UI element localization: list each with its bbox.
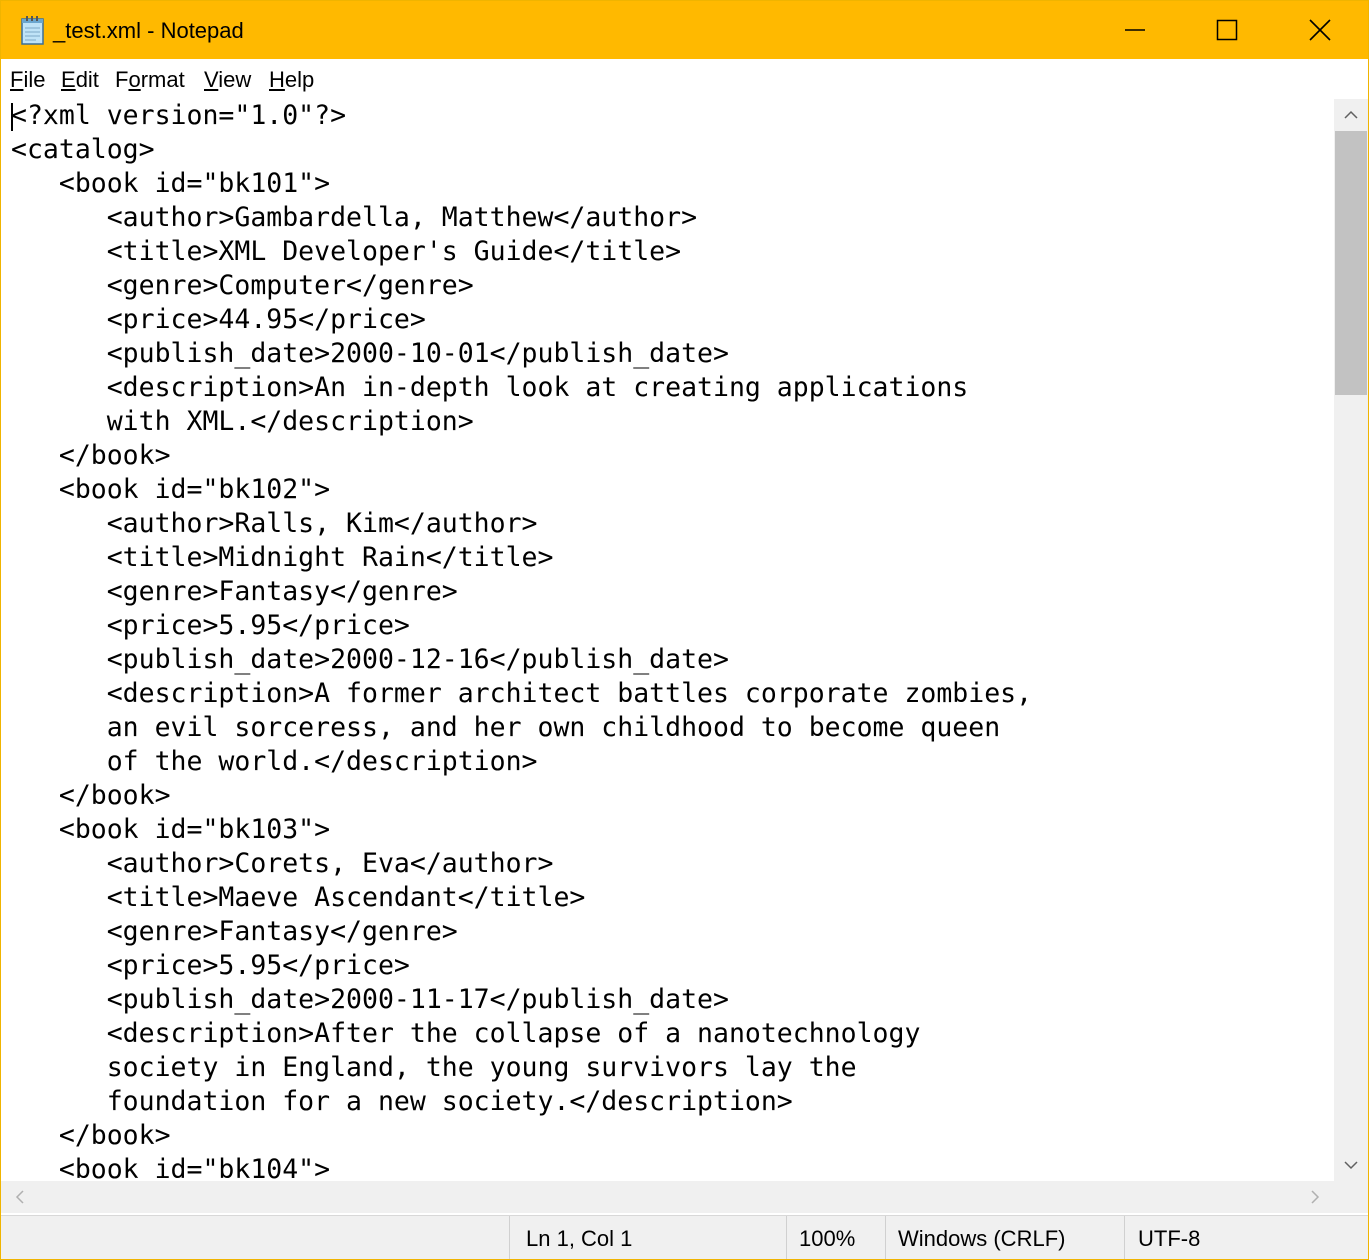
editor-line[interactable]: </book>: [11, 779, 171, 813]
editor-line[interactable]: <price>5.95</price>: [11, 949, 410, 983]
vertical-scrollbar[interactable]: [1334, 99, 1368, 1181]
chevron-left-icon: [15, 1190, 24, 1204]
menu-file-mnemonic: F: [10, 67, 24, 92]
editor-line[interactable]: <price>5.95</price>: [11, 609, 410, 643]
editor-line[interactable]: foundation for a new society.</descripti…: [11, 1085, 793, 1119]
menu-view-label: iew: [218, 67, 252, 92]
scroll-right-button[interactable]: [1298, 1181, 1332, 1213]
text-caret: [11, 103, 13, 131]
status-zoom-cell: 100%: [786, 1216, 885, 1259]
menu-edit-mnemonic: E: [61, 67, 76, 92]
scroll-down-button[interactable]: [1334, 1149, 1368, 1181]
vertical-scroll-thumb[interactable]: [1335, 131, 1367, 395]
editor-line[interactable]: <description>After the collapse of a nan…: [11, 1017, 921, 1051]
chevron-up-icon: [1344, 110, 1358, 119]
editor-line[interactable]: <book id="bk104">: [11, 1153, 330, 1181]
editor-line[interactable]: an evil sorceress, and her own childhood…: [11, 711, 1000, 745]
editor-line[interactable]: <title>XML Developer's Guide</title>: [11, 235, 681, 269]
editor-line[interactable]: <book id="bk102">: [11, 473, 330, 507]
editor-line[interactable]: <author>Ralls, Kim</author>: [11, 507, 538, 541]
menu-help-mnemonic: H: [269, 67, 285, 92]
minimize-button[interactable]: [1089, 1, 1181, 59]
editor-line[interactable]: <description>An in-depth look at creatin…: [11, 371, 969, 405]
chevron-down-icon: [1344, 1161, 1358, 1170]
editor-line[interactable]: <genre>Computer</genre>: [11, 269, 474, 303]
editor-line[interactable]: <publish_date>2000-11-17</publish_date>: [11, 983, 729, 1017]
status-line-ending: Windows (CRLF): [898, 1226, 1066, 1251]
status-bar: Ln 1, Col 1 100% Windows (CRLF) UTF-8: [1, 1215, 1368, 1259]
maximize-icon: [1216, 19, 1238, 41]
menu-bar: File Edit Format View Help: [1, 59, 1368, 99]
menu-format-label: rmat: [140, 67, 185, 92]
scroll-up-button[interactable]: [1334, 99, 1368, 131]
editor-line[interactable]: </book>: [11, 439, 171, 473]
chevron-right-icon: [1311, 1190, 1320, 1204]
notepad-icon: [19, 15, 47, 45]
editor-line[interactable]: <title>Maeve Ascendant</title>: [11, 881, 586, 915]
menu-view[interactable]: View: [204, 67, 251, 93]
editor-line[interactable]: <book id="bk101">: [11, 167, 330, 201]
editor-line[interactable]: with XML.</description>: [11, 405, 474, 439]
menu-format-prefix: F: [115, 67, 129, 92]
status-zoom: 100%: [799, 1226, 856, 1251]
editor-line[interactable]: of the world.</description>: [11, 745, 538, 779]
close-icon: [1309, 19, 1331, 41]
editor-line[interactable]: <author>Corets, Eva</author>: [11, 847, 554, 881]
menu-help[interactable]: Help: [269, 67, 314, 93]
menu-format[interactable]: Format: [115, 67, 185, 93]
title-bar[interactable]: _test.xml - Notepad: [1, 1, 1368, 59]
menu-help-label: elp: [284, 67, 315, 92]
status-encoding: UTF-8: [1138, 1226, 1201, 1251]
status-line-ending-cell: Windows (CRLF): [885, 1216, 1124, 1259]
menu-file-label: ile: [23, 67, 46, 92]
text-editor[interactable]: <?xml version="1.0"?> <catalog> <book id=…: [1, 99, 1334, 1181]
status-encoding-cell: UTF-8: [1124, 1216, 1368, 1259]
close-button[interactable]: [1274, 1, 1366, 59]
status-cursor-position: Ln 1, Col 1: [526, 1226, 633, 1251]
editor-line[interactable]: <description>A former architect battles …: [11, 677, 1032, 711]
minimize-icon: [1125, 29, 1145, 31]
editor-line[interactable]: society in England, the young survivors …: [11, 1051, 857, 1085]
editor-line[interactable]: <title>Midnight Rain</title>: [11, 541, 554, 575]
menu-edit[interactable]: Edit: [61, 67, 99, 93]
editor-line[interactable]: <catalog>: [11, 133, 155, 167]
menu-file[interactable]: File: [10, 67, 45, 93]
editor-line[interactable]: <?xml version="1.0"?>: [11, 99, 346, 133]
menu-format-mnemonic: o: [128, 67, 141, 92]
editor-line[interactable]: <genre>Fantasy</genre>: [11, 915, 458, 949]
editor-line[interactable]: </book>: [11, 1119, 171, 1153]
editor-line[interactable]: <publish_date>2000-12-16</publish_date>: [11, 643, 729, 677]
horizontal-scrollbar[interactable]: [1, 1181, 1368, 1213]
editor-line[interactable]: <price>44.95</price>: [11, 303, 426, 337]
scroll-left-button[interactable]: [3, 1181, 37, 1213]
status-cursor-position-cell: Ln 1, Col 1: [509, 1216, 786, 1259]
editor-line[interactable]: <genre>Fantasy</genre>: [11, 575, 458, 609]
menu-edit-label: dit: [75, 67, 99, 92]
notepad-window: _test.xml - Notepad File Edit Format Vie…: [0, 0, 1369, 1260]
window-title: _test.xml - Notepad: [53, 18, 244, 43]
editor-line[interactable]: <book id="bk103">: [11, 813, 330, 847]
editor-line[interactable]: <publish_date>2000-10-01</publish_date>: [11, 337, 729, 371]
editor-line[interactable]: <author>Gambardella, Matthew</author>: [11, 201, 697, 235]
menu-view-mnemonic: V: [204, 67, 219, 92]
maximize-button[interactable]: [1181, 1, 1273, 59]
